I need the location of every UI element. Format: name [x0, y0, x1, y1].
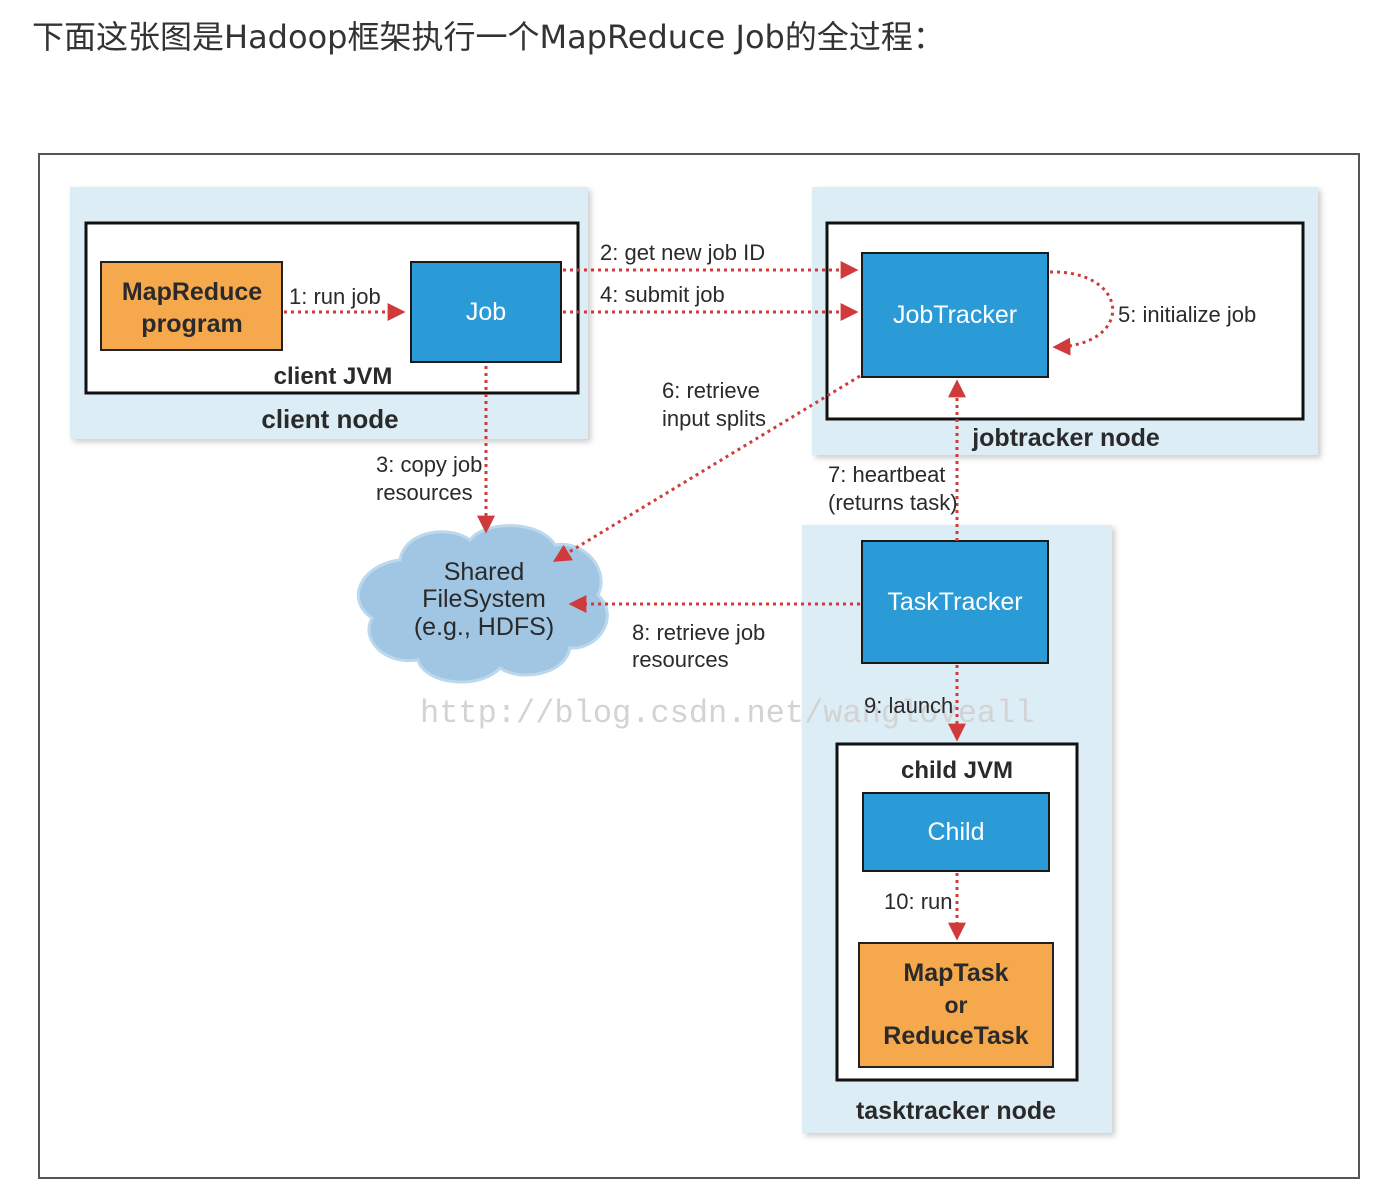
child-label: Child	[928, 818, 985, 846]
step-5-label: 5: initialize job	[1118, 302, 1256, 327]
step-10-label: 10: run	[884, 889, 953, 914]
tasktracker-label: TaskTracker	[887, 588, 1022, 616]
step-3-label-2: resources	[376, 480, 473, 505]
jobtracker-node-label: jobtracker node	[971, 424, 1160, 452]
step-4-label: 4: submit job	[600, 282, 725, 307]
step-6-label-1: 6: retrieve	[662, 378, 760, 403]
step-8-label-2: resources	[632, 647, 729, 672]
tasktracker-node-label: tasktracker node	[856, 1097, 1056, 1125]
step-8-label-1: 8: retrieve job	[632, 620, 765, 645]
step-3-label-1: 3: copy job	[376, 452, 482, 477]
step-1-label: 1: run job	[289, 284, 381, 309]
mapreduce-program-label-2: program	[141, 310, 242, 338]
client-jvm-label: client JVM	[274, 363, 393, 390]
shared-fs-label-1: Shared	[444, 558, 525, 586]
step-6-label-2: input splits	[662, 406, 766, 431]
jobtracker-label: JobTracker	[893, 301, 1017, 329]
shared-fs-label-2: FileSystem	[422, 585, 546, 613]
step-7-label-1: 7: heartbeat	[828, 462, 945, 487]
step-9-label: 9: launch	[864, 693, 953, 718]
task-label-1: MapTask	[903, 959, 1008, 987]
task-label-3: ReduceTask	[883, 1022, 1029, 1050]
mapreduce-program-label-1: MapReduce	[122, 278, 262, 306]
shared-fs-label-3: (e.g., HDFS)	[414, 613, 554, 641]
child-jvm-label: child JVM	[901, 757, 1013, 784]
client-node-label: client node	[261, 404, 398, 434]
task-label-2: or	[945, 992, 968, 1018]
job-label: Job	[466, 298, 506, 326]
step-7-label-2: (returns task)	[828, 490, 958, 515]
mapreduce-diagram: client JVM client node MapReduce program…	[70, 187, 1318, 1133]
step-2-label: 2: get new job ID	[600, 240, 765, 265]
